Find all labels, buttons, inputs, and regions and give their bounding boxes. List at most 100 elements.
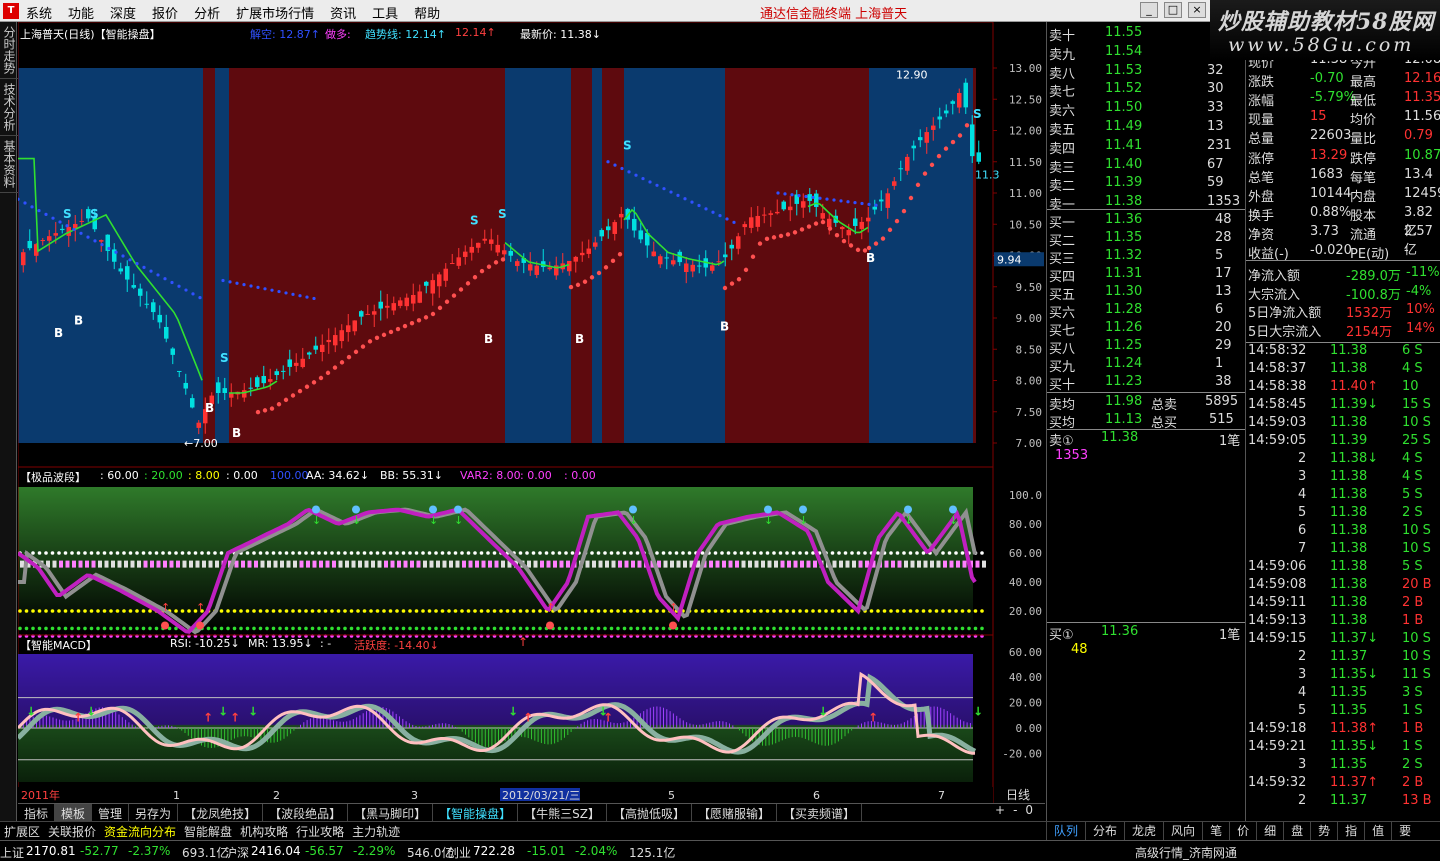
right-tab-5[interactable]: 价 (1229, 821, 1256, 840)
template-tab-3[interactable]: 另存为 (129, 804, 179, 821)
wave-line-20-dot (356, 609, 360, 613)
right-tab-0[interactable]: 队列 (1046, 821, 1085, 840)
menu-item-3[interactable]: 报价 (152, 3, 178, 22)
buy-row-8-cell: 1 (1215, 356, 1224, 371)
wave-band-cell (462, 560, 466, 568)
wave-line-8-dot (31, 626, 35, 631)
side-tab-0[interactable]: 分时走势 (0, 22, 19, 79)
support-dot-40 (596, 270, 602, 276)
zoom-btn-2[interactable]: 0 (1025, 803, 1033, 821)
template-tab-7[interactable]: 【智能操盘】 (433, 804, 519, 821)
resist-dot-112 (256, 285, 260, 290)
right-tab-9[interactable]: 指 (1337, 821, 1364, 840)
menu-item-7[interactable]: 工具 (372, 3, 398, 22)
close-icon[interactable]: × (1188, 2, 1206, 18)
sell1-row-cell: 卖① (1049, 434, 1074, 449)
chart-area[interactable]: 13.00 12.50 12.00 11.50 11.00 10.50 1 0.00 9.50 9… (18, 22, 1046, 803)
xaxis-label-0: 2011年 (21, 788, 60, 802)
wave-line-60-dot (122, 551, 126, 555)
period-label[interactable]: 日线 (1006, 788, 1030, 802)
avg-sell-row-cell: 卖均 (1049, 398, 1076, 413)
wave-line-20-dot (232, 609, 237, 613)
wave-band-cell (416, 560, 421, 568)
menu-item-2[interactable]: 深度 (110, 3, 136, 22)
sell-row-7-cell: 卖三 (1049, 160, 1076, 176)
right-tab-3[interactable]: 风向 (1163, 821, 1202, 840)
toolbar-item-2[interactable]: 资金流向分布 (100, 822, 180, 839)
right-tab-2[interactable]: 龙虎 (1124, 821, 1163, 840)
menu-item-4[interactable]: 分析 (194, 3, 220, 22)
template-tab-9[interactable]: 【高抛低吸】 (607, 804, 692, 821)
toolbar-item-5[interactable]: 行业攻略 (292, 822, 348, 839)
sell-row-4: 卖六 11.50 33 (1047, 100, 1245, 119)
wave-band-cell (442, 560, 447, 568)
zoom-btn-0[interactable]: + (995, 803, 1005, 821)
template-tab-6[interactable]: 【黑马脚印】 (348, 804, 434, 821)
wave-line-20-dot (174, 609, 178, 613)
wave-band-cell (111, 560, 115, 568)
menu-item-1[interactable]: 功能 (68, 3, 94, 22)
right-tab-11[interactable]: 要 (1391, 821, 1418, 840)
toolbar-item-3[interactable]: 智能解盘 (180, 822, 236, 839)
wave-line-60-dot (486, 551, 490, 555)
template-tab-1[interactable]: 模板 (55, 804, 93, 821)
right-tab-10[interactable]: 值 (1364, 821, 1391, 840)
stat-row-7-cell: 12459 (1404, 185, 1440, 201)
right-tab-1[interactable]: 分布 (1085, 821, 1124, 840)
signal-b-6: B (720, 320, 729, 334)
wave-line-8-dot (440, 626, 445, 631)
template-tab-5[interactable]: 【波段绝品】 (263, 804, 349, 821)
sell-row-5-cell: 13 (1207, 119, 1224, 134)
tick-row-8-cell: 11.38 (1330, 487, 1368, 502)
template-tab-0[interactable]: 指标 (18, 804, 56, 821)
buy-row-6-cell: 11.26 (1105, 320, 1143, 335)
tick-row-15-cell: 11.38 (1330, 613, 1368, 628)
menu-item-6[interactable]: 资讯 (330, 3, 356, 22)
wave-bottom-arrow-0: ↑ (161, 601, 170, 614)
menu-item-0[interactable]: 系统 (26, 3, 52, 22)
toolbar-item-6[interactable]: 主力轨迹 (348, 822, 404, 839)
wave-line-8-dot (89, 626, 94, 631)
maximize-icon[interactable]: □ (1164, 2, 1182, 18)
right-tab-7[interactable]: 盘 (1283, 821, 1310, 840)
buy-row-7: 买八 11.25 29 (1047, 338, 1245, 357)
wave-band-cell (293, 560, 297, 568)
wave-line-8-dot (629, 626, 633, 631)
candle-body-94 (632, 218, 637, 231)
right-tab-4[interactable]: 笔 (1202, 821, 1229, 840)
template-tab-8[interactable]: 【牛熊三SZ】 (518, 804, 607, 821)
wave-val-4: 100.00 (270, 469, 309, 482)
toolbar-item-4[interactable]: 机构攻略 (236, 822, 292, 839)
side-tab-1[interactable]: 技术分析 (0, 79, 19, 136)
template-tab-10[interactable]: 【愿赌服输】 (692, 804, 777, 821)
menu-item-5[interactable]: 扩展市场行情 (236, 3, 314, 22)
wave-line-8-dot (486, 626, 490, 631)
zoom-btn-1[interactable]: - (1013, 803, 1017, 821)
sell-row-3-cell: 30 (1207, 81, 1224, 97)
wave-line-20-dot (284, 609, 289, 613)
minimize-icon[interactable]: _ (1140, 2, 1158, 18)
wave-line-8-dot (856, 626, 861, 631)
candle-body-3 (40, 240, 45, 242)
toolbar-item-0[interactable]: 扩展区 (0, 822, 44, 839)
wave-line-8-dot (746, 626, 750, 631)
wave-line-8-dot (635, 626, 640, 631)
wave-line-8-dot (135, 626, 139, 631)
wave-val-3: : 0.00 (226, 469, 258, 482)
wave-line-60-dot (356, 551, 360, 555)
wave-line-20-dot (427, 609, 432, 613)
side-tab-2[interactable]: 基本资料 (0, 136, 19, 193)
wave-bottom-arrow-2: ↑ (546, 601, 555, 614)
template-tab-11[interactable]: 【买卖频谱】 (777, 804, 863, 821)
right-tab-8[interactable]: 势 (1310, 821, 1337, 840)
menu-item-8[interactable]: 帮助 (414, 3, 440, 22)
wave-line-8-dot (772, 626, 776, 631)
wave-line-20-dot (817, 609, 822, 613)
wave-line-20-dot (291, 609, 295, 613)
template-tab-4[interactable]: 【龙凤绝技】 (178, 804, 264, 821)
macd-ytick-1: 40.00 (1009, 671, 1042, 684)
right-tab-6[interactable]: 细 (1256, 821, 1283, 840)
template-tab-2[interactable]: 管理 (92, 804, 130, 821)
toolbar-item-1[interactable]: 关联报价 (44, 822, 100, 839)
wave-band-cell (611, 560, 616, 568)
